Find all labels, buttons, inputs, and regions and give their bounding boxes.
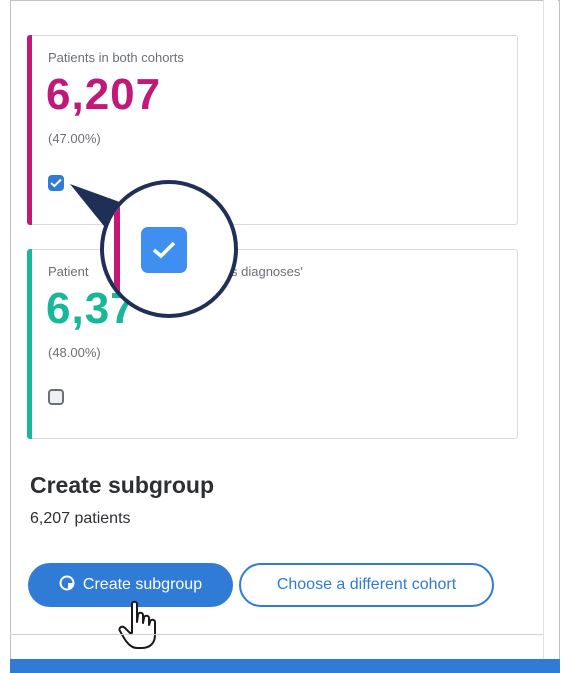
create-subgroup-label: Create subgroup: [82, 576, 203, 593]
magnifier-callout: [100, 180, 238, 318]
magnified-accent: [114, 184, 120, 314]
subgroup-title: Create subgroup: [30, 472, 215, 498]
choose-cohort-label: Choose a different cohort: [276, 576, 457, 593]
bottom-bar: [10, 659, 560, 673]
pie-chart-icon: [59, 574, 77, 597]
magnified-checkbox: [141, 227, 187, 273]
choose-cohort-button[interactable]: Choose a different cohort: [239, 563, 494, 607]
check-icon: [152, 241, 176, 259]
hand-pointer-icon: [118, 600, 156, 649]
subgroup-count: 6,207 patients: [30, 510, 131, 527]
section-divider: [10, 634, 543, 635]
